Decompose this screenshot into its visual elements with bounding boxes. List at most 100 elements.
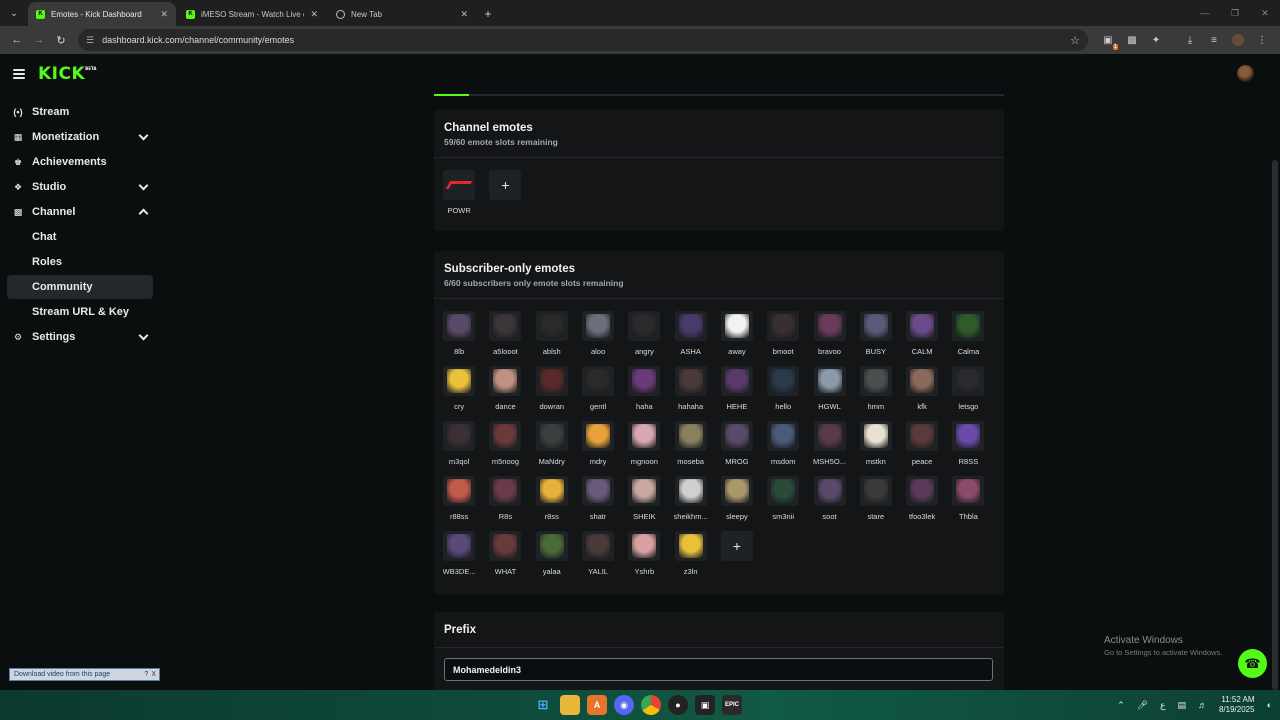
emote-item[interactable]: dowran [529,366,575,421]
discord-icon[interactable]: ◉ [614,695,634,715]
emote-item[interactable]: stare [853,476,899,531]
back-icon[interactable]: ← [6,29,28,51]
emote-item[interactable]: yalaa [529,531,575,586]
user-avatar[interactable] [1237,65,1254,82]
chevron-up-icon[interactable]: ⌃ [1117,700,1125,711]
emote-item[interactable]: shatr [575,476,621,531]
sidebar-item-roles[interactable]: Roles [7,250,153,274]
emote-item[interactable]: MaNdry [529,421,575,476]
reload-icon[interactable]: ↻ [50,29,72,51]
emote-item[interactable]: mdry [575,421,621,476]
close-icon[interactable]: ✕ [160,9,168,20]
emote-item[interactable]: gentl [575,366,621,421]
close-icon[interactable]: ✕ [310,9,318,20]
sidebar-item-chat[interactable]: Chat [7,225,153,249]
emote-item[interactable]: POWR [436,170,482,225]
site-info-icon[interactable]: ☰ [86,35,94,46]
sidebar-item-channel[interactable]: ▩ Channel [7,200,153,224]
add-emote-button[interactable]: + [482,170,528,225]
clock[interactable]: 11:52 AM 8/19/2025 [1219,695,1255,715]
emote-item[interactable]: soot [806,476,852,531]
chrome-icon[interactable] [641,695,661,715]
emote-item[interactable]: Calma [945,311,991,366]
scrollbar-thumb[interactable] [1272,160,1278,690]
emote-item[interactable]: hahaha [667,366,713,421]
emote-item[interactable]: letsgo [945,366,991,421]
hamburger-menu-icon[interactable] [13,69,25,79]
obs-icon[interactable]: ● [668,695,688,715]
emote-item[interactable]: msdom [760,421,806,476]
emote-item[interactable]: R8s [482,476,528,531]
emote-item[interactable]: hmm [853,366,899,421]
emote-item[interactable]: MSH5O... [806,421,852,476]
sidebar-item-achievements[interactable]: ♚ Achievements [7,150,153,174]
download-icon[interactable]: ⤓ [1180,30,1200,50]
profile-avatar[interactable] [1228,30,1248,50]
emote-item[interactable]: sleepy [714,476,760,531]
emote-item[interactable]: aloo [575,311,621,366]
emote-item[interactable]: a5looot [482,311,528,366]
sidebar-item-settings[interactable]: ⚙ Settings [7,325,153,349]
download-video-bar[interactable]: Download video from this page ? X [9,668,160,681]
tab-search-icon[interactable]: ⌄ [0,0,28,26]
emote-item[interactable]: angry [621,311,667,366]
emote-item[interactable]: Yshrb [621,531,667,586]
close-window-icon[interactable]: ✕ [1250,0,1280,26]
address-bar[interactable]: ☰ dashboard.kick.com/channel/community/e… [78,29,1088,51]
media-icon[interactable]: ≡ [1204,30,1224,50]
emote-item[interactable]: mgnoon [621,421,667,476]
emote-item[interactable]: m5noog [482,421,528,476]
extension-icon[interactable]: ▣ 1 [1098,30,1118,50]
emote-item[interactable]: sheikhm... [667,476,713,531]
new-tab-button[interactable]: + [478,2,498,26]
page-scrollbar[interactable] [1270,54,1280,690]
emote-item[interactable]: BUSY [853,311,899,366]
close-icon[interactable]: ✕ [460,9,468,20]
emote-item[interactable]: WHAT [482,531,528,586]
microphone-icon[interactable]: 🎤︎ [1137,700,1148,711]
emote-item[interactable]: mstkn [853,421,899,476]
emote-item[interactable]: hello [760,366,806,421]
file-explorer-icon[interactable] [560,695,580,715]
capture-app-icon[interactable]: ▣ [695,695,715,715]
forward-icon[interactable]: → [28,29,50,51]
bookmark-star-icon[interactable]: ☆ [1070,34,1080,47]
emote-item[interactable]: Thbla [945,476,991,531]
emote-item[interactable]: 8lb [436,311,482,366]
kick-logo[interactable]: KICKBETA [38,64,96,84]
emote-item[interactable]: bmoot [760,311,806,366]
emote-item[interactable]: r88ss [436,476,482,531]
emote-item[interactable]: CALM [899,311,945,366]
emote-item[interactable]: kfk [899,366,945,421]
maximize-icon[interactable]: ❐ [1220,0,1250,26]
sidebar-item-community[interactable]: Community [7,275,153,299]
browser-tab-new[interactable]: New Tab ✕ [328,2,476,26]
emote-item[interactable]: cry [436,366,482,421]
emote-item[interactable]: YALIL [575,531,621,586]
volume-icon[interactable]: ♬ [1198,700,1207,710]
extension-icon[interactable]: ▩ [1122,30,1142,50]
add-emote-button[interactable]: + [714,531,760,586]
emote-item[interactable]: away [714,311,760,366]
sidebar-item-studio[interactable]: ❖ Studio [7,175,153,199]
extensions-puzzle-icon[interactable]: ✦ [1146,30,1166,50]
notification-icon[interactable]: ◐ [1267,700,1272,710]
emote-item[interactable]: z3ln [667,531,713,586]
close-icon[interactable]: X [151,671,156,678]
emote-item[interactable]: ablsh [529,311,575,366]
emote-item[interactable]: haha [621,366,667,421]
emote-item[interactable]: m3qol [436,421,482,476]
epic-games-icon[interactable]: EPIC [722,695,742,715]
emote-item[interactable]: MROG [714,421,760,476]
emote-item[interactable]: r8ss [529,476,575,531]
emote-item[interactable]: ASHA [667,311,713,366]
emote-item[interactable]: HGWL [806,366,852,421]
emote-item[interactable]: bravoo [806,311,852,366]
emote-item[interactable]: HEHE [714,366,760,421]
prefix-input[interactable] [444,658,993,681]
language-indicator[interactable]: ع [1160,700,1165,711]
emote-item[interactable]: WB3DE... [436,531,482,586]
browser-tab-emotes[interactable]: K Emotes - Kick Dashboard ✕ [28,2,176,26]
emote-item[interactable]: moseba [667,421,713,476]
emote-item[interactable]: tfoo3lek [899,476,945,531]
